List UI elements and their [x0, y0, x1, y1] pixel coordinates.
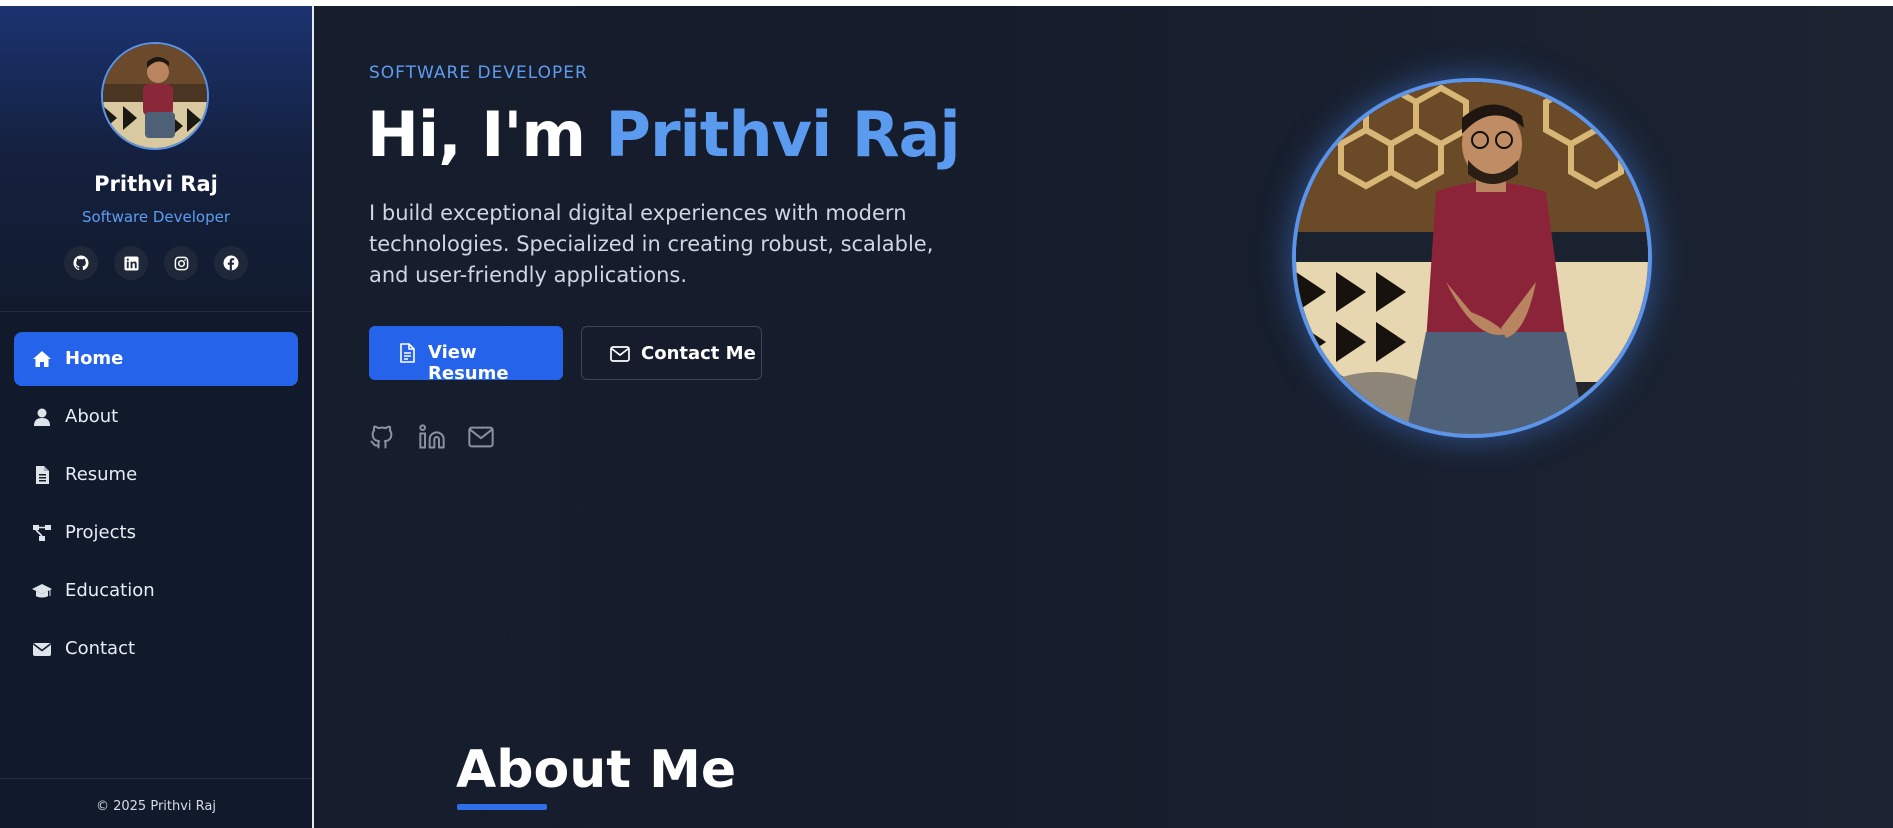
about-section-title: About Me	[456, 740, 737, 800]
hero-name: Prithvi Raj	[605, 98, 961, 171]
graduation-cap-icon	[32, 584, 52, 598]
sidebar: Prithvi Raj Software Developer Home Abou…	[0, 6, 314, 828]
main-content: SOFTWARE DEVELOPER Hi, I'm Prithvi Raj I…	[314, 6, 1893, 828]
sidebar-footer-divider	[0, 778, 312, 779]
nav-label-about: About	[65, 406, 119, 427]
sidebar-role: Software Developer	[81, 208, 231, 226]
user-icon	[34, 408, 50, 426]
envelope-icon	[33, 643, 51, 656]
portfolio-app: Prithvi Raj Software Developer Home Abou…	[0, 6, 1893, 828]
hero-greeting: Hi, I'm	[367, 98, 606, 171]
sidebar-footer: © 2025 Prithvi Raj	[95, 799, 216, 814]
linkedin-icon	[419, 424, 445, 449]
sidebar-divider	[0, 311, 312, 312]
hero-mail-link[interactable]	[467, 423, 495, 451]
nav-item-home[interactable]: Home	[14, 332, 298, 386]
view-resume-button[interactable]: View Resume	[369, 326, 563, 384]
mail-icon	[610, 346, 630, 362]
hero-description: I build exceptional digital experiences …	[369, 201, 934, 287]
sidebar-avatar	[101, 42, 209, 150]
nav-item-contact[interactable]: Contact	[14, 622, 298, 676]
hero-github-link[interactable]	[368, 423, 396, 451]
mail-icon	[468, 426, 494, 448]
nav-label-education: Education	[65, 580, 155, 601]
file-icon	[36, 466, 49, 484]
hero-eyebrow: SOFTWARE DEVELOPER	[369, 63, 588, 83]
instagram-icon	[174, 256, 188, 270]
sidebar-linkedin-link[interactable]	[114, 246, 148, 280]
nav-item-about[interactable]: About	[14, 390, 298, 444]
view-resume-label: View Resume	[428, 342, 509, 384]
github-icon	[370, 425, 393, 449]
facebook-icon	[223, 255, 239, 271]
about-title-underline	[457, 804, 547, 810]
nav-label-projects: Projects	[65, 522, 136, 543]
hero-profile-photo	[1292, 78, 1652, 438]
project-diagram-icon	[33, 525, 51, 541]
nav-label-contact: Contact	[65, 638, 136, 659]
hero-linkedin-link[interactable]	[418, 423, 446, 451]
nav-item-projects[interactable]: Projects	[14, 506, 298, 560]
contact-me-label: Contact Me	[641, 343, 756, 364]
home-icon	[33, 351, 51, 367]
document-icon	[400, 343, 415, 363]
sidebar-name: Prithvi Raj	[94, 172, 218, 196]
sidebar-facebook-link[interactable]	[214, 246, 248, 280]
nav-label-home: Home	[65, 348, 124, 369]
sidebar-github-link[interactable]	[64, 246, 98, 280]
sidebar-instagram-link[interactable]	[164, 246, 198, 280]
github-icon	[73, 255, 89, 271]
linkedin-icon	[123, 255, 139, 271]
nav-label-resume: Resume	[65, 464, 138, 485]
nav-item-education[interactable]: Education	[14, 564, 298, 618]
nav-item-resume[interactable]: Resume	[14, 448, 298, 502]
contact-me-button[interactable]: Contact Me	[581, 326, 762, 380]
hero-title: Hi, I'm Prithvi Raj	[367, 98, 961, 171]
